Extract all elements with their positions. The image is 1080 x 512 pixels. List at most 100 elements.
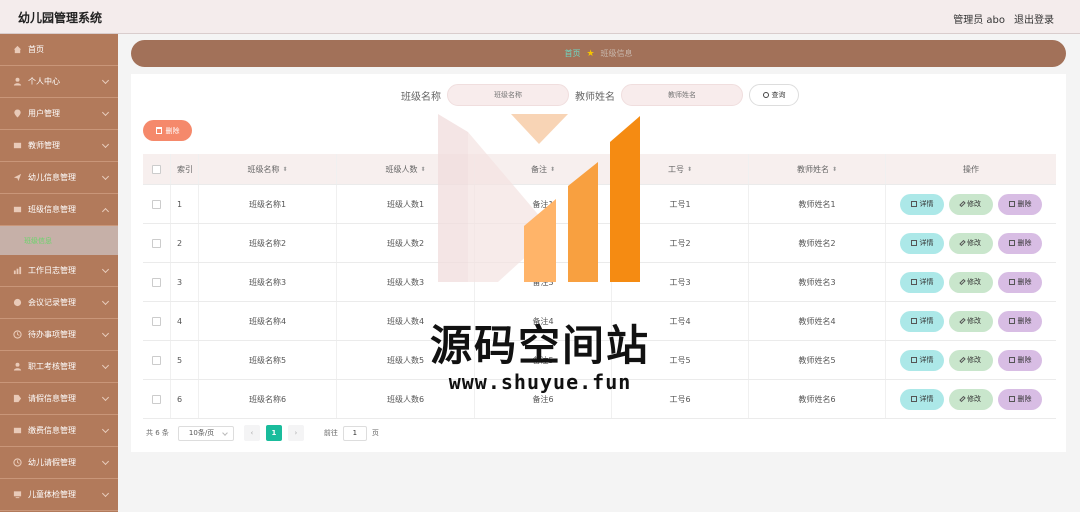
top-header: 幼儿园管理系统 管理员 abo 退出登录 — [0, 0, 1080, 34]
next-page-button[interactable]: › — [287, 425, 304, 441]
cell-index: 2 — [171, 224, 199, 262]
sidebar-item-label: 幼儿信息管理 — [28, 173, 76, 182]
sidebar-item-classes[interactable]: 班级信息管理 — [0, 194, 118, 226]
edit-button[interactable]: 修改 — [949, 388, 993, 410]
cell-teacher-name: 教师姓名6 — [749, 380, 886, 418]
cell-teacher-name: 教师姓名5 — [749, 341, 886, 379]
goto-page-input[interactable]: 1 — [342, 425, 367, 441]
edit-button[interactable]: 修改 — [949, 349, 993, 371]
page-number-current[interactable]: 1 — [265, 425, 282, 441]
cell-class-name: 班级名称1 — [199, 185, 337, 223]
trash-icon — [1008, 279, 1015, 285]
sort-icon: ⬍ — [420, 165, 426, 173]
row-checkbox[interactable] — [152, 316, 161, 326]
row-checkbox[interactable] — [152, 277, 161, 287]
sidebar-item-staff-review[interactable]: 职工考核管理 — [0, 351, 118, 383]
page-size-select[interactable]: 10条/页 — [177, 425, 234, 441]
cell-index: 6 — [171, 380, 199, 418]
app-title: 幼儿园管理系统 — [18, 11, 103, 25]
chevron-down-icon — [101, 457, 110, 466]
detail-button[interactable]: 详情 — [900, 349, 944, 371]
total-count: 共 6 条 — [146, 429, 169, 437]
sidebar-item-leave[interactable]: 请假信息管理 — [0, 383, 118, 415]
detail-button[interactable]: 详情 — [900, 193, 944, 215]
cell-class-name: 班级名称3 — [199, 263, 337, 301]
sidebar-item-children[interactable]: 幼儿信息管理 — [0, 162, 118, 194]
chevron-down-icon — [222, 429, 228, 436]
cell-teacher-name: 教师姓名4 — [749, 302, 886, 340]
delete-button[interactable]: 删除 — [998, 349, 1042, 371]
document-icon — [910, 357, 917, 363]
monitor-icon — [13, 491, 22, 499]
sidebar: 首页 个人中心 用户管理 教师管理 幼儿信息管理 班级信息管理 班级信息 工作日… — [0, 34, 118, 512]
teacher-name-input[interactable] — [621, 84, 743, 106]
prev-page-button[interactable]: ‹ — [243, 425, 260, 441]
search-button-label: 查询 — [771, 91, 786, 99]
row-checkbox[interactable] — [152, 394, 161, 404]
sidebar-item-teachers[interactable]: 教师管理 — [0, 130, 118, 162]
batch-delete-button[interactable]: 删除 — [143, 120, 192, 141]
row-checkbox[interactable] — [152, 238, 161, 248]
select-all-checkbox[interactable] — [152, 164, 161, 174]
sidebar-item-health-check[interactable]: 儿童体检管理 — [0, 479, 118, 511]
breadcrumb: 首页 ★ 班级信息 — [131, 40, 1066, 67]
sidebar-item-todos[interactable]: 待办事项管理 — [0, 319, 118, 351]
header-ops: 操作 — [963, 164, 979, 174]
document-icon — [910, 240, 917, 246]
cell-ops: 详情 修改 删除 — [886, 263, 1056, 301]
detail-button[interactable]: 详情 — [900, 232, 944, 254]
detail-button[interactable]: 详情 — [900, 388, 944, 410]
class-name-input[interactable] — [447, 84, 569, 106]
document-icon — [910, 396, 917, 402]
row-checkbox[interactable] — [152, 355, 161, 365]
sidebar-item-meetings[interactable]: 会议记录管理 — [0, 287, 118, 319]
sidebar-item-label: 会议记录管理 — [28, 298, 76, 307]
watermark-url: www.shuyue.fun — [448, 370, 632, 394]
edit-label: 修改 — [967, 395, 981, 403]
delete-button[interactable]: 删除 — [998, 232, 1042, 254]
chart-icon — [13, 266, 22, 275]
edit-label: 修改 — [967, 239, 981, 247]
search-icon — [762, 92, 769, 98]
sidebar-item-profile[interactable]: 个人中心 — [0, 66, 118, 98]
edit-button[interactable]: 修改 — [949, 193, 993, 215]
sidebar-item-home[interactable]: 首页 — [0, 34, 118, 66]
header-class-name[interactable]: 班级名称 ⬍ — [199, 154, 337, 184]
edit-button[interactable]: 修改 — [949, 271, 993, 293]
trash-icon — [155, 127, 162, 134]
cell-class-name: 班级名称6 — [199, 380, 337, 418]
delete-button[interactable]: 删除 — [998, 310, 1042, 332]
cell-class-name: 班级名称5 — [199, 341, 337, 379]
sidebar-item-child-leave[interactable]: 幼儿请假管理 — [0, 447, 118, 479]
detail-button[interactable]: 详情 — [900, 271, 944, 293]
sidebar-item-fees[interactable]: 缴费信息管理 — [0, 415, 118, 447]
delete-button[interactable]: 删除 — [998, 193, 1042, 215]
chevron-down-icon — [101, 108, 110, 117]
sidebar-subitem-class-info[interactable]: 班级信息 — [0, 226, 118, 255]
header-label: 班级人数 — [385, 164, 418, 174]
breadcrumb-home[interactable]: 首页 — [564, 48, 580, 59]
chevron-down-icon — [101, 140, 110, 149]
clock-icon — [13, 330, 22, 339]
select-cell — [143, 224, 171, 262]
row-checkbox[interactable] — [152, 199, 161, 209]
header-teacher-name[interactable]: 教师姓名 ⬍ — [749, 154, 886, 184]
detail-button[interactable]: 详情 — [900, 310, 944, 332]
chevron-down-icon — [101, 265, 110, 274]
person-icon — [13, 77, 22, 86]
cell-index: 4 — [171, 302, 199, 340]
edit-button[interactable]: 修改 — [949, 310, 993, 332]
select-cell — [143, 302, 171, 340]
sidebar-item-users[interactable]: 用户管理 — [0, 98, 118, 130]
sidebar-item-work-log[interactable]: 工作日志管理 — [0, 255, 118, 287]
delete-button[interactable]: 删除 — [998, 388, 1042, 410]
edit-button[interactable]: 修改 — [949, 232, 993, 254]
grid-icon — [13, 142, 22, 149]
select-cell — [143, 341, 171, 379]
search-button[interactable]: 查询 — [749, 84, 799, 106]
logout-link[interactable]: 退出登录 — [1014, 11, 1054, 26]
pencil-icon — [959, 317, 966, 325]
chevron-down-icon — [101, 489, 110, 498]
delete-button[interactable]: 删除 — [998, 271, 1042, 293]
sidebar-item-label: 工作日志管理 — [28, 266, 76, 275]
